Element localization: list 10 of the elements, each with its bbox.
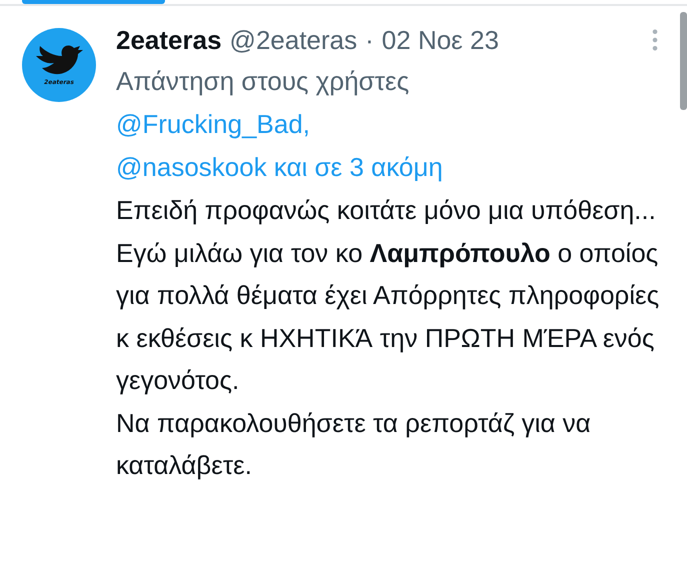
reply-context: Απάντηση στους χρήστες @Frucking_Bad, @nasoskook και σε 3 ακόμη (116, 65, 444, 184)
separator-dot: · (365, 24, 374, 56)
more-options-icon[interactable] (651, 29, 659, 51)
author-name[interactable]: 2eateras (116, 24, 222, 56)
scrollbar[interactable] (680, 12, 687, 110)
tweet-date[interactable]: 02 Νοε 23 (382, 24, 499, 56)
author-handle[interactable]: @2eateras (230, 24, 358, 56)
tweet-text: Να παρακολουθήσετε τα ρεπορτάζ για να καταλάβετε. (116, 406, 592, 482)
tweet-text: Επειδή προφανώς κοιτάτε μόνο μια υπόθεση... (116, 194, 657, 227)
tweet-text: Εγώ μιλάω για τον κο Λαμπρόπουλο ο οποίος για πολλά θέματα έχει Απόρρητες πληροφορίες κ εκθέσεις κ ΗΧΗΤΙΚΆ την ΠΡΩΤΗ ΜΈΡΑ ενός γεγονότος. (116, 236, 660, 397)
